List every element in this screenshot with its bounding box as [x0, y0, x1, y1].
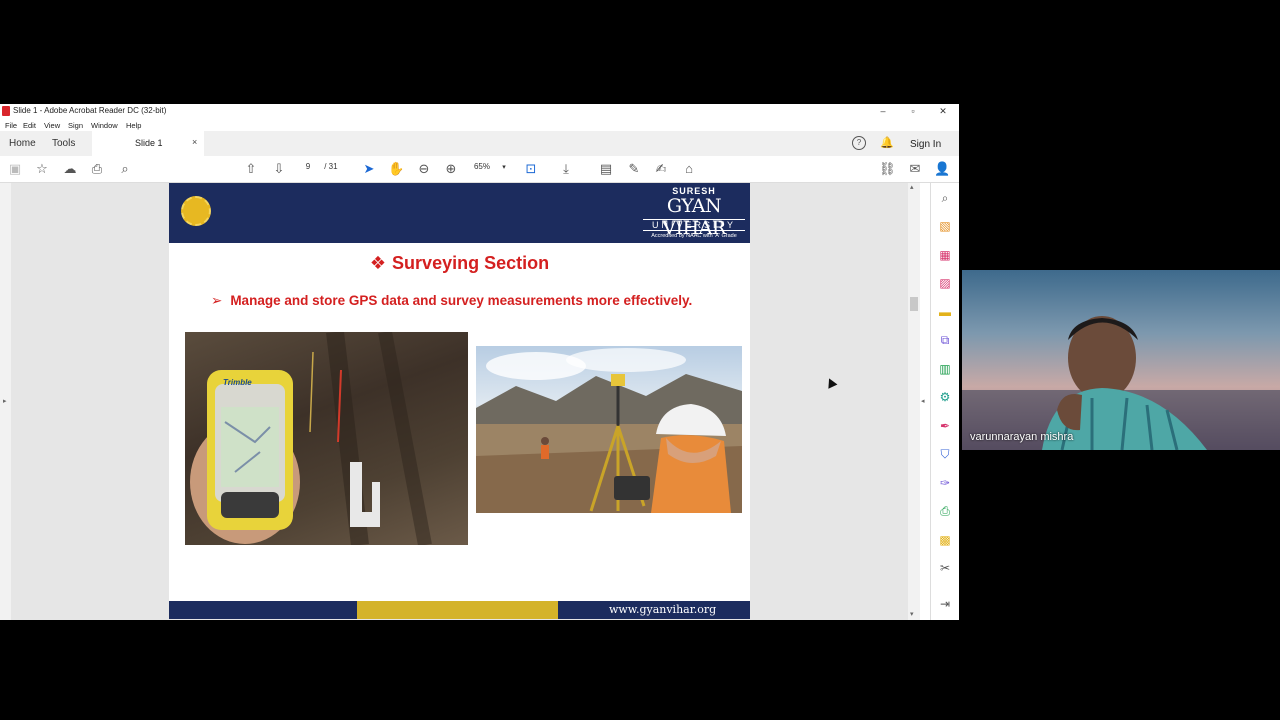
menu-help[interactable]: Help — [126, 121, 141, 130]
zoom-tool-icon[interactable]: ⌕ — [937, 190, 953, 206]
sign-tag-icon[interactable]: ⌂ — [681, 161, 697, 177]
bookmark-star-icon[interactable]: ☆ — [34, 161, 50, 177]
help-icon[interactable]: ? — [852, 136, 866, 150]
tab-home[interactable]: Home — [9, 138, 36, 149]
fill-sign-icon[interactable]: ✒ — [937, 418, 953, 434]
tab-tools[interactable]: Tools — [52, 138, 75, 149]
collapse-tools-pane-icon[interactable]: ⇥ — [937, 596, 953, 612]
surveyor-photo — [476, 346, 742, 513]
menu-file[interactable]: File — [5, 121, 17, 130]
acrobat-app-icon — [2, 106, 10, 116]
menu-sign[interactable]: Sign — [68, 121, 83, 130]
university-word: UNIVERSITY — [643, 219, 745, 231]
print-icon[interactable]: ⎙ — [89, 161, 105, 177]
combine-files-icon[interactable]: ⧉ — [937, 332, 953, 348]
print-production-icon[interactable]: ⎙ — [937, 503, 953, 519]
hand-tool-icon[interactable]: ✋ — [388, 161, 404, 177]
add-user-icon[interactable]: 👤 — [934, 161, 950, 177]
participant-name-label: varunnarayan mishra — [970, 431, 1074, 443]
slide-title: ❖ Surveying Section — [169, 253, 750, 274]
protect-shield-icon[interactable]: ⛉ — [937, 446, 953, 462]
email-icon[interactable]: ✉ — [907, 161, 923, 177]
window-title: Slide 1 - Adobe Acrobat Reader DC (32-bi… — [13, 106, 167, 115]
main-toolbar: ▣ ☆ ☁ ⎙ ⌕ ⇧ ⇩ 9 / 31 ➤ ✋ ⊖ ⊕ 65% ▾ ⊡ ⤓ ▤… — [0, 156, 959, 183]
edit-pdf-icon[interactable]: ▦ — [937, 247, 953, 263]
webcam-video-tile[interactable]: varunnarayan mishra — [962, 270, 1280, 450]
slide-footer: www.gyanvihar.org — [169, 601, 750, 619]
export-pdf-icon[interactable]: ▧ — [937, 218, 953, 234]
collapse-right-panel-icon[interactable]: ◂ — [921, 397, 925, 405]
menu-window[interactable]: Window — [91, 121, 118, 130]
sign-in-link[interactable]: Sign In — [910, 139, 941, 150]
title-bullet-icon: ❖ — [369, 253, 387, 273]
zoom-in-icon[interactable]: ⊕ — [443, 161, 459, 177]
share-link-icon[interactable]: ⛓ — [879, 161, 896, 177]
tools-pane: ⌕ ▧ ▦ ▨ ▬ ⧉ ▥ ⚙ ✒ ⛉ ✑ ⎙ ▩ ✂ ⇥ — [930, 183, 959, 620]
menu-edit[interactable]: Edit — [23, 121, 36, 130]
vertical-scrollbar[interactable]: ▴ ▾ — [908, 183, 920, 620]
close-window-button[interactable]: ✕ — [928, 104, 958, 118]
tab-document[interactable]: Slide 1 × — [92, 131, 204, 156]
expand-left-panel-icon[interactable]: ▸ — [3, 397, 7, 405]
device-brand-label: Trimble — [223, 378, 252, 387]
scroll-down-icon[interactable]: ▾ — [910, 610, 914, 618]
comment-icon[interactable]: ▤ — [598, 161, 614, 177]
zoom-dropdown-chevron-icon: ▾ — [502, 164, 506, 171]
menu-bar: File Edit View Sign Window Help — [0, 119, 959, 131]
save-icon[interactable]: ▣ — [7, 161, 23, 177]
slide-header-banner: SURESH GYAN VIHAR UNIVERSITY Accredited … — [169, 183, 750, 243]
footer-band-middle — [357, 601, 558, 619]
page-number-input[interactable]: 9 — [300, 162, 316, 171]
zoom-out-icon[interactable]: ⊖ — [416, 161, 432, 177]
maximize-button[interactable]: ▫ — [898, 104, 928, 118]
scroll-thumb[interactable] — [910, 297, 918, 311]
gps-handheld-photo: Trimble — [185, 332, 468, 545]
bullet-text: Manage and store GPS data and survey mea… — [230, 293, 693, 308]
menu-view[interactable]: View — [44, 121, 60, 130]
scroll-mode-icon[interactable]: ⤓ — [558, 161, 574, 177]
zoom-level-select[interactable]: 65% ▾ — [470, 162, 506, 171]
zoom-level-value: 65% — [473, 162, 490, 171]
accreditation-text: Accredited by NAAC with 'A' Grade — [651, 233, 737, 239]
tab-document-label: Slide 1 — [135, 138, 163, 148]
upload-cloud-icon[interactable]: ☁ — [62, 161, 78, 177]
arrow-bullet-icon: ➢ — [211, 293, 223, 308]
highlight-pen-icon[interactable]: ✎ — [626, 161, 642, 177]
fit-page-icon[interactable]: ⊡ — [523, 161, 539, 177]
notification-bell-icon[interactable]: 🔔 — [880, 136, 894, 149]
send-for-review-icon[interactable]: ▩ — [937, 532, 953, 548]
university-emblem-icon — [181, 196, 211, 226]
scroll-up-icon[interactable]: ▴ — [910, 183, 914, 191]
title-bar: Slide 1 - Adobe Acrobat Reader DC (32-bi… — [0, 104, 959, 118]
more-tools-icon[interactable]: ✂ — [937, 560, 953, 576]
next-page-icon[interactable]: ⇩ — [271, 161, 287, 177]
slide-bullet-point: ➢ Manage and store GPS data and survey me… — [211, 293, 741, 309]
select-cursor-icon[interactable]: ➤ — [361, 161, 377, 177]
footer-website: www.gyanvihar.org — [609, 603, 717, 616]
page-total: / 31 — [324, 162, 338, 171]
tab-bar: Home Tools Slide 1 × ? 🔔 Sign In — [0, 131, 959, 157]
find-search-icon[interactable]: ⌕ — [117, 161, 133, 177]
request-signature-icon[interactable]: ✑ — [937, 475, 953, 491]
minimize-button[interactable]: – — [868, 104, 898, 118]
previous-page-icon[interactable]: ⇧ — [243, 161, 259, 177]
tab-close-icon[interactable]: × — [192, 137, 197, 147]
footer-band-left — [169, 601, 357, 619]
page-navigator: 9 / 31 — [300, 162, 338, 171]
comment-tool-icon[interactable]: ▬ — [937, 304, 953, 320]
slide-page: SURESH GYAN VIHAR UNIVERSITY Accredited … — [169, 183, 750, 619]
organize-pages-icon[interactable]: ▥ — [937, 361, 953, 377]
create-pdf-icon[interactable]: ▨ — [937, 275, 953, 291]
slide-title-text: Surveying Section — [392, 253, 550, 273]
enhance-scans-icon[interactable]: ⚙ — [937, 389, 953, 405]
draw-markup-icon[interactable]: ✍ — [653, 161, 669, 177]
